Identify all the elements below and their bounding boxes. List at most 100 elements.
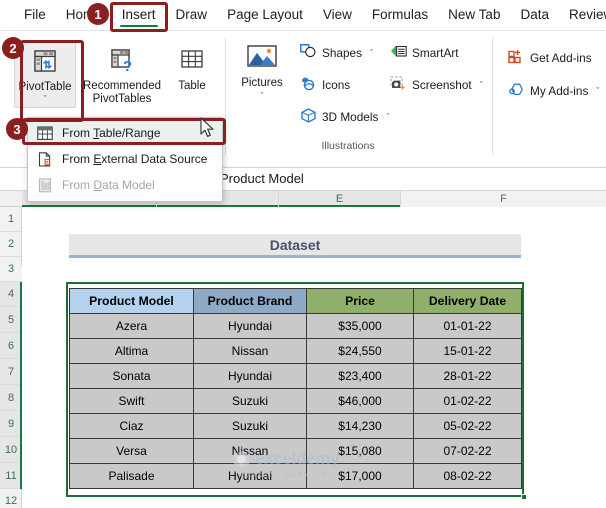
row-header-5[interactable]: 5: [0, 307, 22, 333]
row-header-11[interactable]: 11: [0, 463, 22, 489]
cell-model[interactable]: Altima: [69, 338, 194, 364]
cell-model[interactable]: Azera: [69, 313, 194, 339]
tab-insert[interactable]: Insert: [112, 2, 166, 28]
cell-price[interactable]: $24,550: [306, 338, 414, 364]
cell-brand[interactable]: Suzuki: [193, 388, 307, 414]
data-model-icon: [36, 177, 53, 194]
tab-review[interactable]: Review: [559, 2, 606, 28]
cell-brand[interactable]: Hyundai: [193, 363, 307, 389]
cell-brand[interactable]: Suzuki: [193, 413, 307, 439]
icons-button-label: Icons: [322, 78, 351, 92]
cell-price[interactable]: $46,000: [306, 388, 414, 414]
cell-brand[interactable]: Hyundai: [193, 463, 307, 489]
cell-date[interactable]: 28-01-22: [413, 363, 522, 389]
table-header-delivery-date[interactable]: Delivery Date: [413, 288, 522, 314]
3d-models-chevron-down-icon[interactable]: ˇ: [386, 110, 389, 124]
table-header-product-brand[interactable]: Product Brand: [193, 288, 307, 314]
row-header-1[interactable]: 1: [0, 207, 22, 232]
3d-models-button[interactable]: 3D Models ˇ: [300, 108, 389, 126]
smartart-icon: [390, 44, 407, 62]
table-button[interactable]: Table: [168, 47, 216, 93]
tab-draw[interactable]: Draw: [166, 2, 218, 28]
tab-file[interactable]: File: [14, 2, 56, 28]
worksheet-cells: Dataset Product Model Product Brand Pric…: [22, 207, 606, 508]
my-addins-button[interactable]: My Add-ins ˇ: [508, 82, 599, 100]
my-addins-chevron-down-icon[interactable]: ˇ: [596, 84, 599, 98]
pivottable-button[interactable]: PivotTable ˇ: [14, 42, 76, 108]
get-addins-button[interactable]: Get Add-ins: [508, 49, 592, 67]
screenshot-button[interactable]: Screenshot ˇ: [390, 76, 483, 94]
table-grid-icon: [36, 125, 53, 142]
ribbon-group-addins: Get Add-ins My Add-ins ˇ: [500, 35, 606, 165]
tab-view[interactable]: View: [313, 2, 362, 28]
screenshot-button-label: Screenshot: [412, 78, 472, 92]
range-fill-handle[interactable]: [521, 494, 527, 500]
cell-price[interactable]: $15,080: [306, 438, 414, 464]
cell-brand[interactable]: Nissan: [193, 338, 307, 364]
row-header-7[interactable]: 7: [0, 359, 22, 385]
pivottable-icon: [32, 48, 58, 78]
cell-price[interactable]: $14,230: [306, 413, 414, 439]
cell-price[interactable]: $17,000: [306, 463, 414, 489]
cell-date[interactable]: 05-02-22: [413, 413, 522, 439]
cell-brand[interactable]: Nissan: [193, 438, 307, 464]
worksheet-grid: C D E F 1 2 3 4 5 6 7 8 9 10: [0, 191, 606, 508]
row-header-3[interactable]: 3: [0, 257, 22, 282]
row-header-12[interactable]: 12: [0, 489, 22, 508]
cell-date[interactable]: 01-02-22: [413, 388, 522, 414]
tab-formulas[interactable]: Formulas: [362, 2, 438, 28]
row-header-9[interactable]: 9: [0, 411, 22, 437]
pictures-button[interactable]: Pictures ˇ: [232, 45, 292, 101]
column-header-f[interactable]: F: [401, 191, 606, 207]
cell-model[interactable]: Swift: [69, 388, 194, 414]
cell-date[interactable]: 15-01-22: [413, 338, 522, 364]
recommended-pivottables-button[interactable]: ? Recommended PivotTables: [80, 47, 164, 106]
tab-page-layout[interactable]: Page Layout: [217, 2, 313, 28]
svg-text:?: ?: [123, 58, 132, 73]
menu-item-from-data-model-label: From Data Model: [62, 178, 155, 192]
column-header-e[interactable]: E: [279, 191, 401, 207]
tab-new-tab-label: New Tab: [448, 7, 501, 22]
table-header-price[interactable]: Price: [306, 288, 414, 314]
smartart-button[interactable]: SmartArt: [390, 44, 459, 62]
table-row: Versa Nissan $15,080 07-02-22: [69, 438, 522, 464]
tab-formulas-label: Formulas: [371, 7, 429, 22]
row-header-6[interactable]: 6: [0, 333, 22, 359]
pivottable-chevron-down-icon[interactable]: ˇ: [44, 95, 47, 104]
cell-price[interactable]: $35,000: [306, 313, 414, 339]
pivottable-button-label: PivotTable: [18, 81, 72, 93]
pictures-chevron-down-icon[interactable]: ˇ: [261, 92, 264, 101]
cell-model[interactable]: Ciaz: [69, 413, 194, 439]
document-page-icon: [36, 151, 53, 168]
cell-model[interactable]: Versa: [69, 438, 194, 464]
row-header-4[interactable]: 4: [0, 282, 22, 307]
table-header-product-model[interactable]: Product Model: [69, 288, 194, 314]
tab-new-tab[interactable]: New Tab: [438, 2, 510, 28]
cell-model[interactable]: Palisade: [69, 463, 194, 489]
recommended-pivottables-icon: ?: [109, 47, 135, 77]
menu-item-from-external-data-source[interactable]: From External Data Source: [28, 146, 222, 172]
cell-date[interactable]: 08-02-22: [413, 463, 522, 489]
shapes-chevron-down-icon[interactable]: ˇ: [370, 46, 373, 60]
screenshot-icon: [390, 76, 407, 94]
cell-brand[interactable]: Hyundai: [193, 313, 307, 339]
cell-price[interactable]: $23,400: [306, 363, 414, 389]
tab-data[interactable]: Data: [510, 2, 559, 28]
cell-model[interactable]: Sonata: [69, 363, 194, 389]
screenshot-chevron-down-icon[interactable]: ˇ: [480, 78, 483, 92]
icons-button[interactable]: Icons: [300, 76, 350, 94]
row-header-column: 1 2 3 4 5 6 7 8 9 10 11 12: [0, 207, 22, 508]
row-header-10[interactable]: 10: [0, 437, 22, 463]
row-header-8[interactable]: 8: [0, 385, 22, 411]
dataset-title-banner[interactable]: Dataset: [69, 234, 521, 258]
cell-date[interactable]: 01-01-22: [413, 313, 522, 339]
table-header-row: Product Model Product Brand Price Delive…: [69, 288, 522, 314]
cube-3d-icon: [300, 108, 317, 126]
shapes-button[interactable]: Shapes ˇ: [300, 44, 373, 62]
menu-item-from-table-range[interactable]: From Table/Range: [28, 120, 222, 146]
cell-date[interactable]: 07-02-22: [413, 438, 522, 464]
my-addins-icon: [508, 82, 525, 100]
row-header-2[interactable]: 2: [0, 232, 22, 257]
annotation-badge-1: 1: [87, 3, 109, 25]
tab-insert-active-underline: [119, 24, 158, 27]
